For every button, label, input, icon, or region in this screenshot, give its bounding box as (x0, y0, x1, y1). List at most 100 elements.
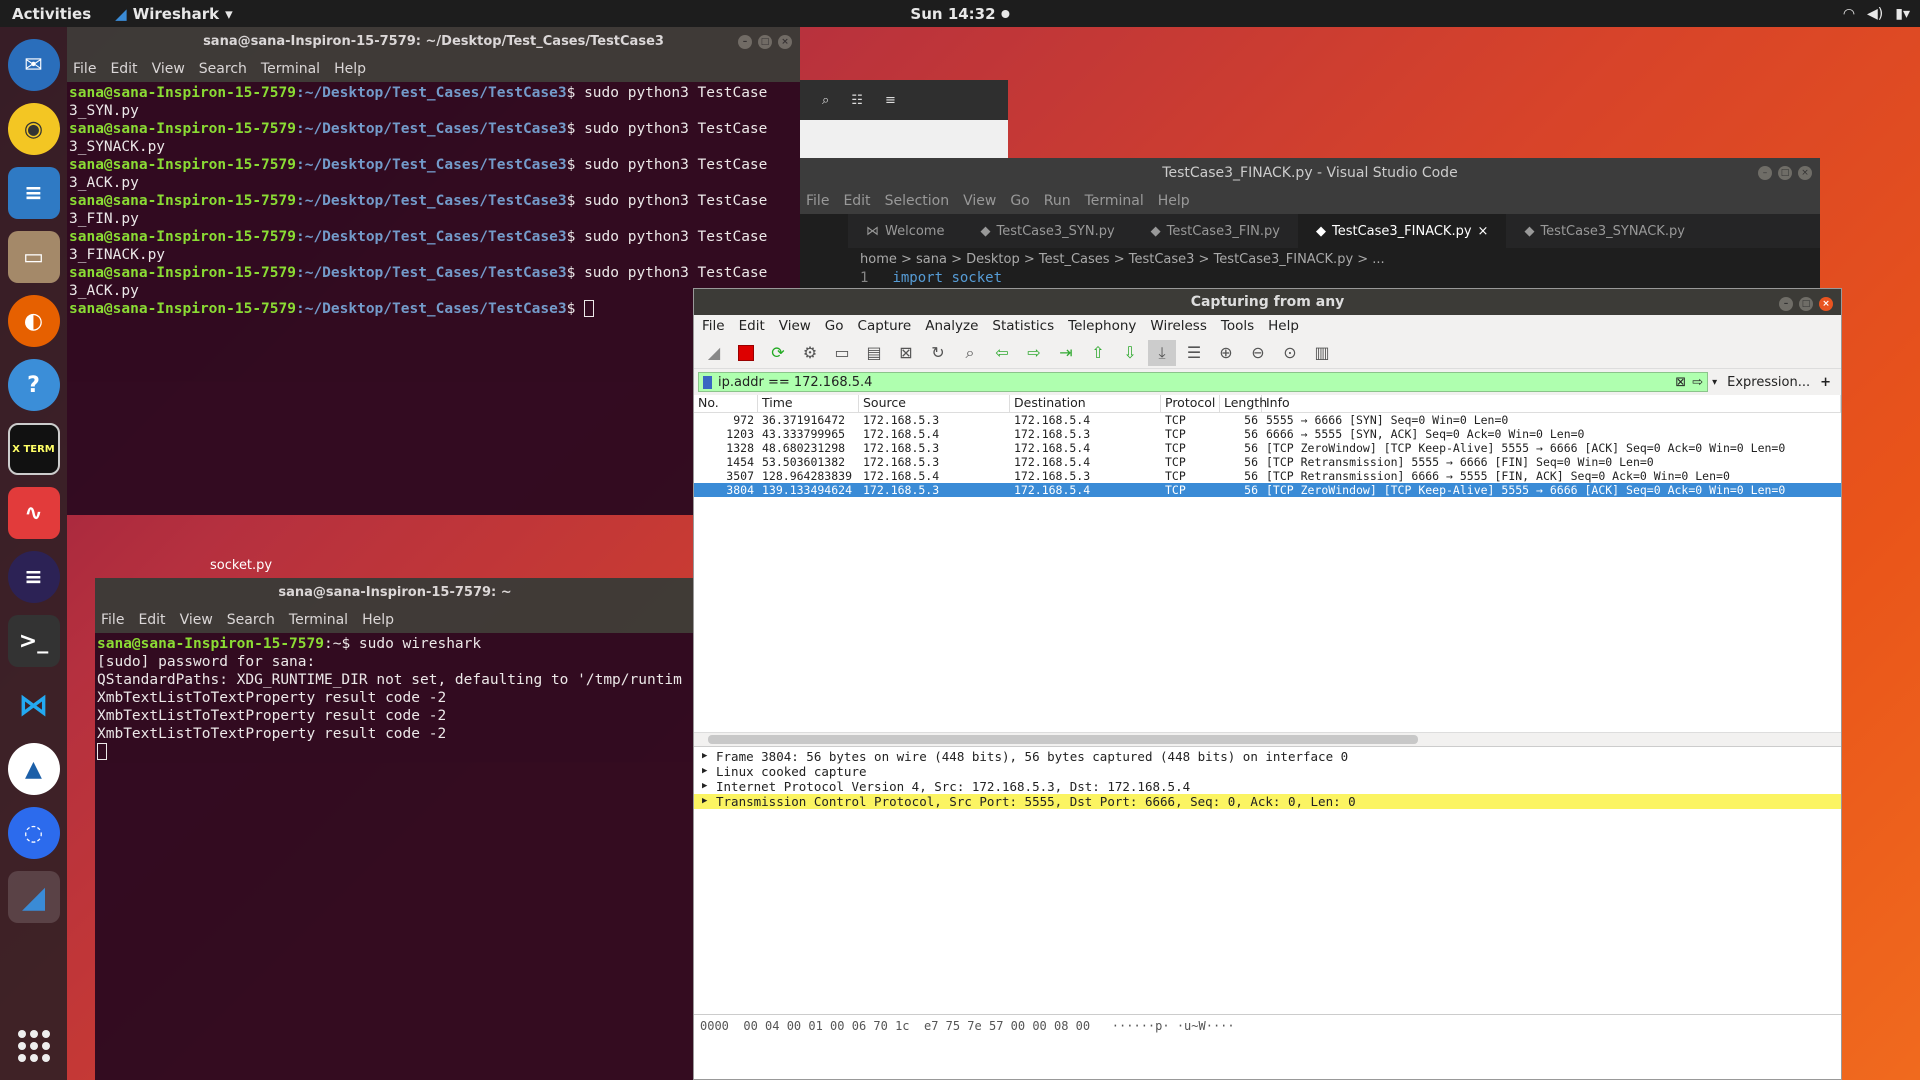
wireshark-icon[interactable]: ◢ (7, 871, 60, 923)
app-menu[interactable]: ◢ Wireshark ▾ (115, 5, 232, 23)
column-header-source[interactable]: Source (859, 395, 1010, 412)
maximize-icon[interactable]: □ (758, 35, 772, 49)
menu-item-run[interactable]: Run (1044, 193, 1071, 209)
go-to-packet-icon[interactable]: ⇥ (1052, 340, 1080, 366)
table-row[interactable]: 3507 128.964283839 172.168.5.4 172.168.5.3 T… (694, 469, 1841, 483)
clock[interactable]: Sun 14:32 (910, 5, 1010, 23)
signal-icon[interactable]: ◌ (7, 807, 60, 859)
activities-button[interactable]: Activities (12, 5, 91, 23)
column-header-protocol[interactable]: Protocol (1161, 395, 1220, 412)
shark-fin-start-icon[interactable]: ◢ (700, 340, 728, 366)
terminal-output[interactable]: sana@sana-Inspiron-15-7579:~$ sudo wires… (95, 633, 695, 763)
close-icon[interactable]: × (778, 35, 792, 49)
maximize-icon[interactable]: □ (1778, 166, 1792, 180)
vscode-icon[interactable]: ⋈ (8, 679, 60, 731)
menu-item-file[interactable]: File (702, 318, 725, 334)
column-header-time[interactable]: Time (758, 395, 859, 412)
table-row[interactable]: 972 36.371916472 172.168.5.3 172.168.5.4 TCP… (694, 413, 1841, 427)
table-row[interactable]: 1328 48.680231298 172.168.5.3 172.168.5.4 TC… (694, 441, 1841, 455)
menu-item-terminal[interactable]: Terminal (289, 612, 348, 628)
code-line[interactable]: 1 import socket (860, 270, 1820, 286)
terminal-output[interactable]: sana@sana-Inspiron-15-7579:~/Desktop/Tes… (67, 82, 800, 320)
packet-details[interactable]: Frame 3804: 56 bytes on wire (448 bits),… (694, 747, 1841, 1015)
search-icon[interactable]: ⌕ (822, 93, 829, 108)
apply-filter-icon[interactable]: ⇨ (1692, 375, 1703, 390)
menu-item-view[interactable]: View (180, 612, 213, 628)
menu-item-tools[interactable]: Tools (1221, 318, 1254, 334)
firefox-icon[interactable]: ◐ (7, 295, 60, 347)
menu-item-terminal[interactable]: Terminal (261, 61, 320, 77)
column-header-no[interactable]: No. (694, 395, 758, 412)
close-icon[interactable]: × (1819, 297, 1833, 311)
bookmark-icon[interactable] (703, 375, 712, 389)
minimize-icon[interactable]: – (738, 35, 752, 49)
last-packet-icon[interactable]: ⇩ (1116, 340, 1144, 366)
tab-welcome[interactable]: ⋈ Welcome (848, 214, 962, 248)
expression-button[interactable]: Expression... (1727, 375, 1810, 390)
menu-item-search[interactable]: Search (199, 61, 247, 77)
evince-icon[interactable]: ∿ (7, 487, 60, 539)
tab-testcase3-syn-py[interactable]: ◆ TestCase3_SYN.py (962, 214, 1132, 248)
colorize-icon[interactable]: ☰ (1180, 340, 1208, 366)
restart-capture-icon[interactable]: ⟳ (764, 340, 792, 366)
menu-item-go[interactable]: Go (1010, 193, 1029, 209)
table-row[interactable]: 1203 43.333799965 172.168.5.4 172.168.5.3 TC… (694, 427, 1841, 441)
xterm-icon[interactable]: X TERM (7, 423, 60, 475)
close-icon[interactable]: × (1478, 224, 1489, 239)
zoom-out-icon[interactable]: ⊖ (1244, 340, 1272, 366)
horizontal-scrollbar[interactable] (694, 732, 1841, 746)
breadcrumb[interactable]: home > sana > Desktop > Test_Cases > Tes… (860, 248, 1820, 270)
close-icon[interactable]: × (1798, 166, 1812, 180)
find-packet-icon[interactable]: ⌕ (956, 340, 984, 366)
menu-item-edit[interactable]: Edit (138, 612, 165, 628)
autoscroll-icon[interactable]: ⤓ (1148, 339, 1176, 366)
menu-item-wireless[interactable]: Wireless (1150, 318, 1207, 334)
column-header-length[interactable]: Length (1220, 395, 1267, 412)
packet-list[interactable]: No. Time Source Destination Protocol Length In… (694, 395, 1841, 747)
system-tray[interactable]: ◠ ◀) ▮▾ (1843, 6, 1910, 22)
open-file-icon[interactable]: ▭ (828, 340, 856, 366)
detail-tree-item[interactable]: Frame 3804: 56 bytes on wire (448 bits),… (694, 749, 1841, 764)
terminal-icon[interactable]: >_ (7, 615, 60, 667)
column-header-info[interactable]: Info (1262, 395, 1841, 412)
zoom-in-icon[interactable]: ⊕ (1212, 340, 1240, 366)
menu-item-file[interactable]: File (73, 61, 96, 77)
menu-item-help[interactable]: Help (1268, 318, 1299, 334)
menu-item-edit[interactable]: Edit (739, 318, 765, 334)
menu-item-selection[interactable]: Selection (885, 193, 950, 209)
menu-item-terminal[interactable]: Terminal (1085, 193, 1144, 209)
clear-filter-icon[interactable]: ⊠ (1675, 375, 1686, 390)
menu-item-view[interactable]: View (963, 193, 996, 209)
thunderbird-icon[interactable]: ✉ (7, 39, 60, 91)
column-header-destination[interactable]: Destination (1010, 395, 1161, 412)
show-apps-icon[interactable] (17, 1030, 50, 1062)
tab-testcase3-fin-py[interactable]: ◆ TestCase3_FIN.py (1133, 214, 1298, 248)
first-packet-icon[interactable]: ⇧ (1084, 340, 1112, 366)
help-icon[interactable]: ? (7, 359, 60, 411)
maximize-icon[interactable]: □ (1799, 297, 1813, 311)
libreoffice-writer-icon[interactable]: ≡ (7, 167, 60, 219)
rhythmbox-icon[interactable]: ◉ (7, 103, 60, 155)
menu-item-edit[interactable]: Edit (843, 193, 870, 209)
terminal-window-2[interactable]: sana@sana-Inspiron-15-7579: ~ File Edit Vi… (95, 578, 695, 1080)
zoom-reset-icon[interactable]: ⊙ (1276, 340, 1304, 366)
resize-columns-icon[interactable]: ▥ (1308, 340, 1336, 366)
menu-item-go[interactable]: Go (825, 318, 844, 334)
terminal-window-1[interactable]: sana@sana-Inspiron-15-7579: ~/Desktop/Te… (67, 27, 800, 515)
filter-dropdown-icon[interactable]: ▾ (1712, 377, 1717, 388)
menu-item-view[interactable]: View (779, 318, 811, 334)
go-forward-icon[interactable]: ⇨ (1020, 340, 1048, 366)
display-filter-input[interactable]: ip.addr == 172.168.5.4 ⊠ ⇨ (698, 372, 1709, 392)
menu-item-analyze[interactable]: Analyze (925, 318, 978, 334)
minimize-icon[interactable]: – (1779, 297, 1793, 311)
table-row[interactable]: 1454 53.503601382 172.168.5.3 172.168.5.4 TC… (694, 455, 1841, 469)
tab-testcase3-synack-py[interactable]: ◆ TestCase3_SYNACK.py (1506, 214, 1702, 248)
close-file-icon[interactable]: ⊠ (892, 340, 920, 366)
stop-capture-icon[interactable] (732, 340, 760, 366)
menu-item-edit[interactable]: Edit (110, 61, 137, 77)
menu-item-file[interactable]: File (806, 193, 829, 209)
wireshark-window[interactable]: Capturing from any – □ × File Edit View Go Cap… (693, 288, 1842, 1080)
vscode-window[interactable]: TestCase3_FINACK.py - Visual Studio Code… (800, 158, 1820, 288)
detail-tree-item[interactable]: Linux cooked capture (694, 764, 1841, 779)
menu-icon[interactable]: ≡ (885, 93, 896, 108)
